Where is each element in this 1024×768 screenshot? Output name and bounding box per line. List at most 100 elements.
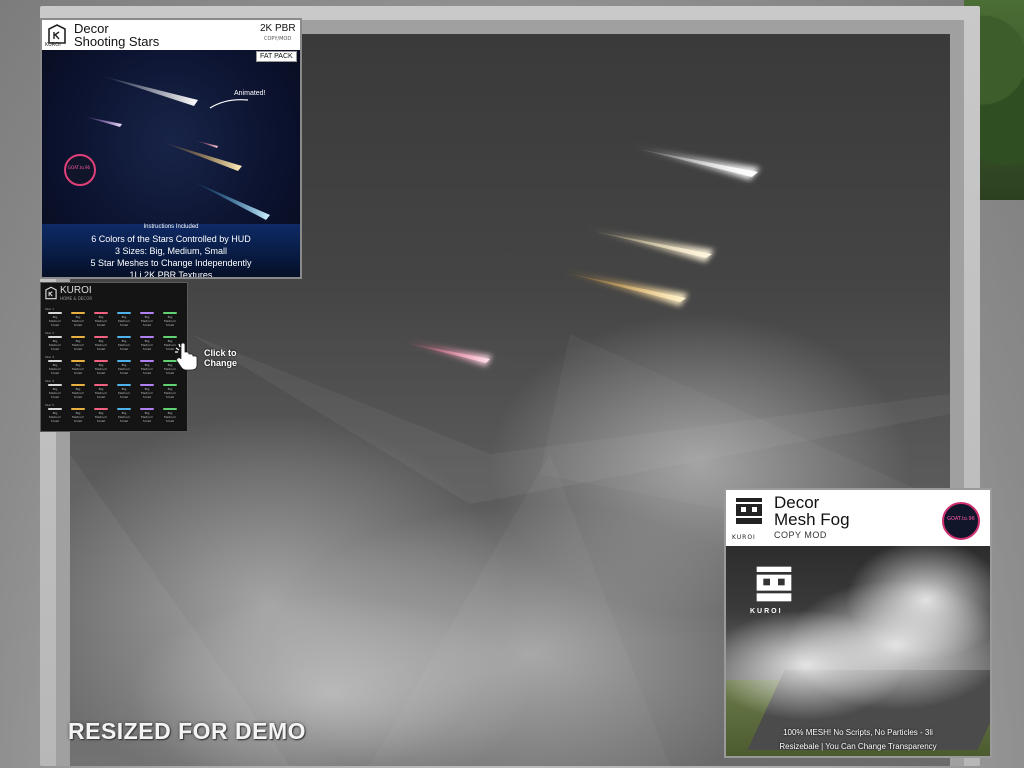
hud-color-button[interactable]: Big Medium Small — [161, 384, 179, 401]
hud-subtitle: HOME & DECOR — [60, 296, 93, 301]
ad-title-line2: Shooting Stars — [74, 34, 160, 49]
color-swatch — [140, 312, 154, 314]
hud-color-button[interactable]: Big Medium Small — [115, 408, 133, 425]
hud-color-button[interactable]: Big Medium Small — [92, 384, 110, 401]
size-option[interactable]: Small — [115, 371, 133, 375]
ad-footer-line2: Resizebale | You Can Change Transparency — [779, 742, 937, 751]
size-option[interactable]: Small — [138, 371, 156, 375]
hud-color-button[interactable]: Big Medium Small — [115, 336, 133, 353]
size-option[interactable]: Small — [161, 395, 179, 399]
size-option[interactable]: Small — [92, 395, 110, 399]
size-option[interactable]: Small — [115, 419, 133, 423]
ad-instructions: Instructions Included — [143, 224, 199, 230]
hud-color-button[interactable]: Big Medium Small — [92, 312, 110, 329]
hud-row: Star 4 Big Medium Small Big Medium Small Big Med… — [44, 379, 185, 403]
size-option[interactable]: Small — [138, 419, 156, 423]
color-swatch — [117, 360, 131, 362]
hud-color-button[interactable]: Big Medium Small — [115, 312, 133, 329]
color-swatch — [140, 360, 154, 362]
hud-color-button[interactable]: Big Medium Small — [92, 408, 110, 425]
ad-feature: 3 Sizes: Big, Medium, Small — [114, 246, 228, 256]
hud-color-button[interactable]: Big Medium Small — [46, 360, 64, 377]
hud-color-button[interactable]: Big Medium Small — [46, 408, 64, 425]
hud-color-button[interactable]: Big Medium Small — [161, 312, 179, 329]
hud-color-button[interactable]: Big Medium Small — [138, 312, 156, 329]
hud-color-button[interactable]: Big Medium Small — [115, 384, 133, 401]
hud-color-button[interactable]: Big Medium Small — [92, 336, 110, 353]
size-option[interactable]: Small — [161, 419, 179, 423]
size-option[interactable]: Small — [69, 395, 87, 399]
size-option[interactable]: Small — [161, 323, 179, 327]
color-swatch — [163, 336, 177, 338]
ad-spec: 2K PBR — [260, 23, 296, 34]
kuroi-mask-logo-icon — [756, 566, 792, 602]
size-option[interactable]: Small — [46, 323, 64, 327]
click-hint-text: Click to Change — [204, 348, 238, 368]
hud-color-button[interactable]: Big Medium Small — [69, 336, 87, 353]
hud-color-button[interactable]: Big Medium Small — [46, 336, 64, 353]
size-option[interactable]: Small — [46, 371, 64, 375]
color-swatch — [163, 384, 177, 386]
color-swatch — [48, 312, 62, 314]
kuroi-mask-logo-icon — [736, 498, 762, 524]
size-option[interactable]: Small — [69, 347, 87, 351]
click-to-change-hint: Click to Change — [172, 342, 242, 372]
hud-color-button[interactable]: Big Medium Small — [46, 384, 64, 401]
mesh-fog-ad-panel[interactable]: KUROI Decor Mesh Fog COPY MOD GOAT.to.96… — [724, 488, 992, 758]
color-swatch — [117, 408, 131, 410]
size-option[interactable]: Small — [92, 371, 110, 375]
hud-color-button[interactable]: Big Medium Small — [138, 408, 156, 425]
color-swatch — [163, 408, 177, 410]
size-option[interactable]: Small — [69, 419, 87, 423]
size-option[interactable]: Small — [46, 347, 64, 351]
color-hud-panel[interactable]: KUROI HOME & DECOR Star 1 Big Medium Small B… — [40, 282, 188, 432]
hud-color-button[interactable]: Big Medium Small — [161, 408, 179, 425]
size-option[interactable]: Small — [92, 419, 110, 423]
ad-brand: KUROI — [732, 534, 756, 541]
hud-row-label: Star 3 — [45, 355, 55, 359]
ad-animated-label: Animated! — [234, 90, 266, 97]
hud-color-button[interactable]: Big Medium Small — [69, 408, 87, 425]
size-option[interactable]: Small — [92, 347, 110, 351]
hud-brand: KUROI — [60, 285, 92, 296]
ad-footer-line1: 100% MESH! No Scripts, No Particles - 3l… — [783, 728, 933, 737]
ad-brand: KUROI — [45, 42, 61, 48]
size-option[interactable]: Small — [115, 395, 133, 399]
color-swatch — [140, 408, 154, 410]
hud-color-button[interactable]: Big Medium Small — [138, 384, 156, 401]
size-option[interactable]: Small — [69, 371, 87, 375]
hud-color-button[interactable]: Big Medium Small — [69, 312, 87, 329]
hud-button-grid: Star 1 Big Medium Small Big Medium Small Big Med… — [44, 307, 185, 427]
creator-badge-icon — [64, 154, 96, 186]
size-option[interactable]: Small — [138, 395, 156, 399]
ad-brand-large: KUROI — [750, 608, 783, 615]
hud-color-button[interactable]: Big Medium Small — [138, 360, 156, 377]
color-swatch — [163, 312, 177, 314]
hud-color-button[interactable]: Big Medium Small — [69, 384, 87, 401]
color-swatch — [71, 408, 85, 410]
size-option[interactable]: Small — [138, 347, 156, 351]
color-swatch — [140, 384, 154, 386]
color-swatch — [71, 336, 85, 338]
pointing-hand-icon — [175, 342, 198, 371]
size-option[interactable]: Small — [138, 323, 156, 327]
hud-row: Star 5 Big Medium Small Big Medium Small Big Med… — [44, 403, 185, 427]
scene-viewport[interactable]: RESIZED FOR DEMO KUROI Decor Shooting St… — [0, 0, 1024, 768]
size-option[interactable]: Small — [69, 323, 87, 327]
color-swatch — [94, 312, 108, 314]
size-option[interactable]: Small — [46, 419, 64, 423]
size-option[interactable]: Small — [92, 323, 110, 327]
ad-feature: 1Li 2K PBR Textures — [129, 270, 213, 279]
kuroi-logo-icon — [45, 286, 57, 300]
size-option[interactable]: Small — [115, 347, 133, 351]
shooting-stars-ad-panel[interactable]: KUROI Decor Shooting Stars 2K PBR COPY/M… — [40, 18, 302, 279]
color-swatch — [94, 408, 108, 410]
hud-color-button[interactable]: Big Medium Small — [115, 360, 133, 377]
hud-color-button[interactable]: Big Medium Small — [138, 336, 156, 353]
hud-color-button[interactable]: Big Medium Small — [69, 360, 87, 377]
color-swatch — [94, 360, 108, 362]
hud-color-button[interactable]: Big Medium Small — [92, 360, 110, 377]
size-option[interactable]: Small — [46, 395, 64, 399]
hud-color-button[interactable]: Big Medium Small — [46, 312, 64, 329]
size-option[interactable]: Small — [115, 323, 133, 327]
